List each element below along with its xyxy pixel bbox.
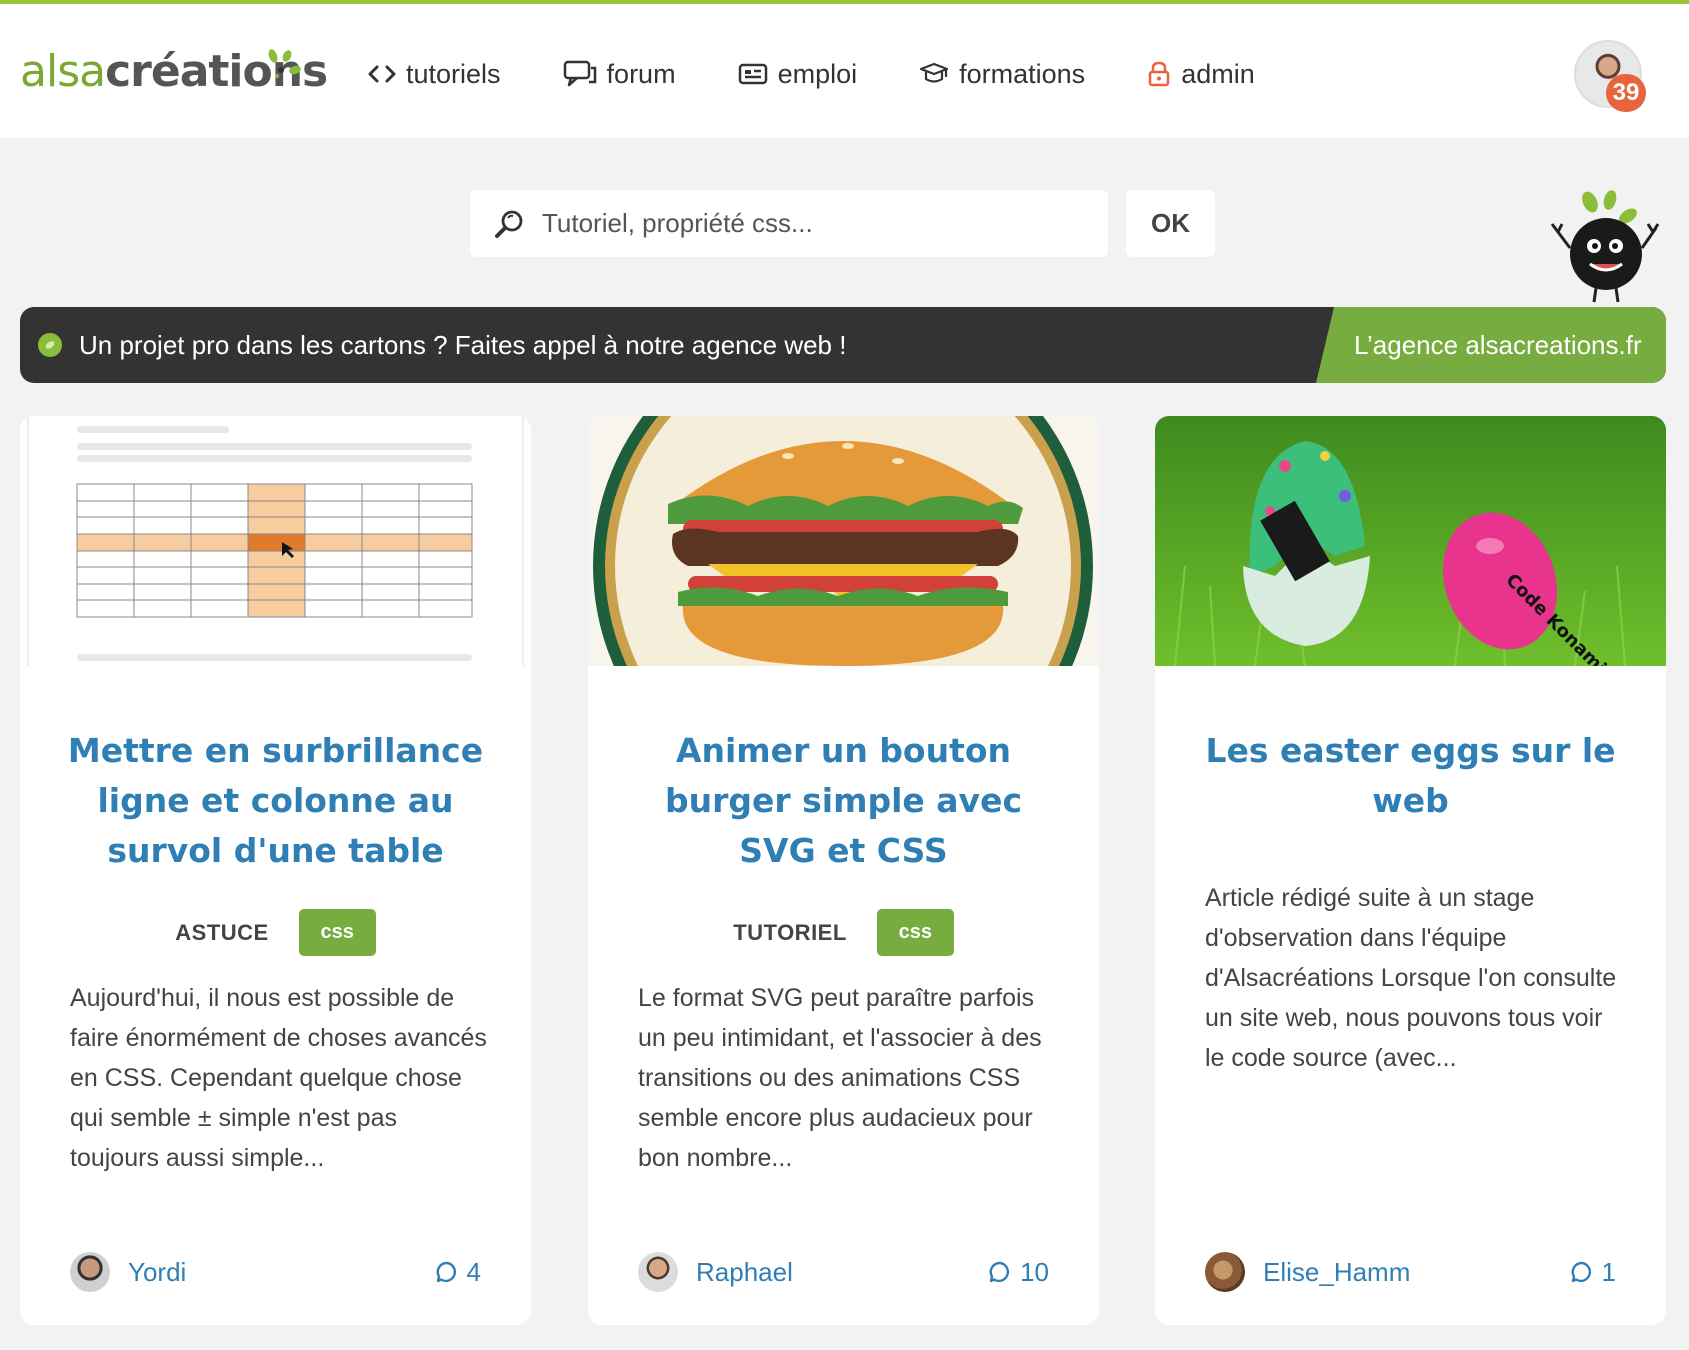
comments-count: 4 xyxy=(466,1256,481,1287)
card-tags: TUTORIEL css xyxy=(588,909,1099,956)
search-box xyxy=(470,190,1108,257)
comments-link[interactable]: 4 xyxy=(435,1257,481,1288)
article-card[interactable]: Code Konami Les easter eggs sur le web A… xyxy=(1155,416,1666,1325)
easter-eggs-illustration: Code Konami xyxy=(1155,416,1666,666)
card-footer: Raphael 10 xyxy=(638,1250,1049,1294)
comment-icon xyxy=(436,1261,456,1283)
card-excerpt: Aujourd'hui, il nous est possible de fai… xyxy=(70,984,487,1172)
card-image-table-highlight[interactable] xyxy=(20,416,531,666)
author-link[interactable]: Raphael xyxy=(696,1257,793,1288)
search-icon xyxy=(495,210,523,238)
card-footer: Yordi 4 xyxy=(70,1250,481,1294)
author-avatar xyxy=(638,1252,678,1292)
nav-tutoriels-label: tutoriels xyxy=(406,58,501,89)
nav-formations-label: formations xyxy=(959,58,1086,89)
comment-icon xyxy=(1571,1261,1591,1283)
lock-icon xyxy=(1148,61,1170,87)
author-avatar xyxy=(70,1252,110,1292)
nav-admin-label: admin xyxy=(1181,58,1255,89)
code-icon xyxy=(368,65,396,83)
agency-link[interactable]: L’agence alsacreations.fr xyxy=(1316,307,1666,383)
chat-icon xyxy=(563,60,596,87)
nav-forum-label: forum xyxy=(606,58,676,89)
tag-css[interactable]: css xyxy=(298,909,376,956)
card-type: TUTORIEL xyxy=(733,919,847,945)
comments-link[interactable]: 10 xyxy=(988,1257,1049,1288)
mascot-illustration xyxy=(1550,190,1660,303)
author-link[interactable]: Yordi xyxy=(128,1257,186,1288)
card-excerpt: Le format SVG peut paraître parfois un p… xyxy=(638,984,1042,1172)
article-card[interactable]: Animer un bouton burger simple avec SVG … xyxy=(588,416,1099,1325)
user-menu[interactable]: 39 xyxy=(1574,40,1646,112)
nav-tutoriels[interactable]: tutoriels xyxy=(368,48,501,100)
leaf-icon xyxy=(38,333,62,357)
nav-admin[interactable]: admin xyxy=(1147,48,1255,100)
site-header: alsacréations tutoriels forum emploi for… xyxy=(0,4,1689,138)
notification-badge: 39 xyxy=(1606,74,1646,112)
nav-forum[interactable]: forum xyxy=(563,48,676,100)
nav-formations[interactable]: formations xyxy=(919,48,1085,100)
search-input[interactable] xyxy=(542,208,1082,239)
agency-banner: Un projet pro dans les cartons ? Faites … xyxy=(20,307,1666,383)
card-title[interactable]: Les easter eggs sur le web xyxy=(1195,726,1626,826)
site-logo[interactable]: alsacréations xyxy=(20,42,328,102)
card-footer: Elise_Hamm 1 xyxy=(1205,1250,1616,1294)
comments-count: 10 xyxy=(1020,1256,1049,1287)
author-link[interactable]: Elise_Hamm xyxy=(1263,1257,1410,1288)
tag-css[interactable]: css xyxy=(876,909,954,956)
author-avatar xyxy=(1205,1252,1245,1292)
comment-icon xyxy=(989,1261,1010,1283)
comments-count: 1 xyxy=(1601,1256,1616,1287)
card-image-burger[interactable] xyxy=(588,416,1099,666)
search-submit-button[interactable]: OK xyxy=(1126,190,1215,257)
nav-emploi-label: emploi xyxy=(777,58,858,89)
card-title[interactable]: Mettre en surbrillance ligne et colonne … xyxy=(60,726,491,876)
comments-link[interactable]: 1 xyxy=(1570,1257,1616,1288)
card-type: ASTUCE xyxy=(175,919,269,945)
card-title[interactable]: Animer un bouton burger simple avec SVG … xyxy=(628,726,1059,876)
card-tags: ASTUCE css xyxy=(20,909,531,956)
logo-leaves-icon xyxy=(268,49,301,78)
card-excerpt: Article rédigé suite à un stage d'observ… xyxy=(1205,884,1617,1072)
main-nav: tutoriels forum emploi formations admin xyxy=(368,48,1317,100)
table-illustration xyxy=(20,416,531,666)
card-image-easter-eggs[interactable]: Code Konami xyxy=(1155,416,1666,666)
article-card[interactable]: Mettre en surbrillance ligne et colonne … xyxy=(20,416,531,1325)
graduation-cap-icon xyxy=(920,62,949,83)
banner-text: Un projet pro dans les cartons ? Faites … xyxy=(79,330,847,360)
id-card-icon xyxy=(738,63,767,85)
nav-emploi[interactable]: emploi xyxy=(738,48,858,100)
burger-illustration xyxy=(588,416,1099,666)
